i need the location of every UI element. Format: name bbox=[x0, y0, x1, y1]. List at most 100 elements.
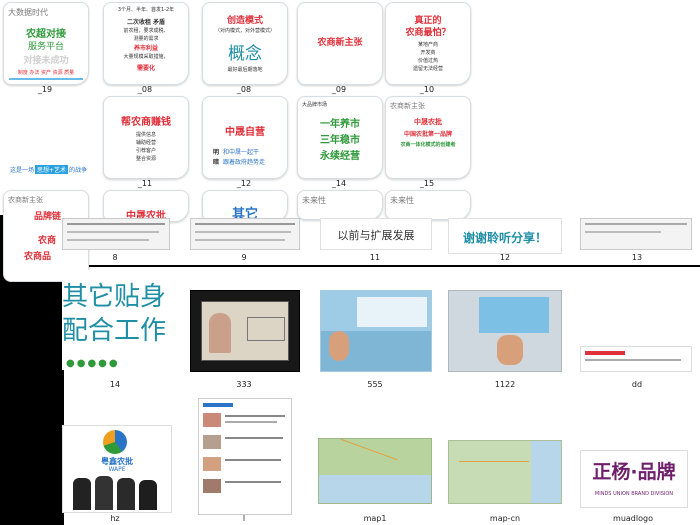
slogan-strip: 这是一场 思想+艺术 的战争 bbox=[10, 164, 87, 174]
folder-caption: 14 bbox=[109, 380, 121, 389]
slide-thumb-11[interactable]: 帮农商赚钱 提供信息 辅助经营 引荐客户 整合资源 bbox=[103, 96, 189, 179]
slide-text: 农商品 bbox=[24, 252, 52, 262]
slide-text: 开发商 bbox=[420, 50, 436, 56]
logo-text-en: WAPE bbox=[108, 466, 126, 473]
slide-text: 其它贴身 bbox=[62, 282, 167, 312]
slide-text: 谢谢聆听分享！ bbox=[462, 231, 547, 245]
slide-text: 二次收租 矛盾 bbox=[126, 19, 166, 26]
slide-text: 未来性 bbox=[390, 196, 414, 205]
slide-text: 服务平台 bbox=[27, 42, 64, 52]
folder-caption: 11 bbox=[369, 253, 381, 262]
dots-decoration: ●●●●● bbox=[66, 358, 120, 369]
folder-thumb-l[interactable] bbox=[198, 398, 292, 515]
slide-text: 跟着政府趋势走 bbox=[223, 159, 266, 166]
slide-text: 暗 bbox=[213, 159, 220, 166]
folder-thumb-13[interactable] bbox=[580, 218, 692, 250]
slide-text: 3个月、半年、首发1-2年 bbox=[117, 7, 175, 13]
slide-text: 以前与扩展发展 bbox=[337, 229, 415, 242]
slide-text: （对内模式，对外营模式） bbox=[214, 28, 275, 34]
slide-text: 需要化 bbox=[136, 65, 155, 72]
folder-caption: 8 bbox=[112, 253, 118, 262]
slide-caption: _08 bbox=[137, 85, 153, 94]
black-sidebar bbox=[0, 265, 64, 525]
slide-text: 养市利益 bbox=[133, 45, 158, 52]
slide-text: 创造模式 bbox=[226, 16, 263, 26]
folder-caption: 12 bbox=[499, 253, 511, 262]
slide-text: 明 bbox=[213, 149, 220, 156]
slide-text: 大量规模采取措施， bbox=[123, 54, 169, 60]
person-illustration bbox=[117, 478, 135, 510]
folder-caption: hz bbox=[110, 514, 120, 523]
slide-text: 中国农批第一品牌 bbox=[403, 131, 452, 138]
folder-thumb-9[interactable] bbox=[190, 218, 300, 250]
folder-caption: 333 bbox=[236, 380, 252, 389]
slide-thumb-row3-4[interactable]: 未来性 bbox=[297, 190, 383, 220]
slide-thumb-row3-5[interactable]: 未来性 bbox=[385, 190, 471, 220]
folder-caption: map-cn bbox=[489, 514, 521, 523]
slide-thumb-15[interactable]: 农商新主张 中晟农批 中国农批第一品牌 农商一体化模式的创建者 bbox=[385, 96, 471, 179]
slide-text: 制度 办法 资产 资源 质量 bbox=[17, 70, 75, 76]
slide-text: 农商一体化模式的创建者 bbox=[400, 142, 456, 148]
slide-text: 农商 bbox=[38, 236, 57, 246]
slide-caption: _11 bbox=[137, 179, 153, 188]
folder-thumb-333[interactable] bbox=[190, 290, 300, 372]
folder-thumb-muadlogo[interactable]: 正杨·品牌 MINDS UNION BRAND DIVISION bbox=[580, 450, 688, 508]
slide-text: 价值过热 bbox=[417, 58, 438, 64]
slide-text: 农商最怕？ bbox=[405, 28, 451, 38]
slide-text: 测量的需求 bbox=[133, 36, 159, 42]
folder-caption: dd bbox=[631, 380, 643, 389]
person-illustration bbox=[139, 480, 157, 510]
folder-thumb-11[interactable]: 以前与扩展发展 bbox=[320, 218, 432, 250]
folder-thumb-8[interactable] bbox=[62, 218, 170, 250]
slogan-highlight: 思想+艺术 bbox=[35, 164, 69, 174]
slide-thumb-12[interactable]: 中晟自营 明 和中晟一起干 暗 跟着政府趋势走 bbox=[202, 96, 288, 179]
folder-thumb-555[interactable] bbox=[320, 290, 432, 372]
person-illustration bbox=[329, 331, 349, 361]
slide-text: 中晟农批 bbox=[414, 118, 442, 126]
folder-caption: l bbox=[242, 514, 246, 523]
slogan-left: 这是一场 bbox=[10, 166, 35, 174]
slide-text: 某地产商 bbox=[417, 42, 438, 48]
slide-text: 对接未成功 bbox=[23, 56, 69, 66]
folder-thumb-12[interactable]: 谢谢聆听分享！ bbox=[448, 218, 562, 254]
slide-text: 三年稳市 bbox=[320, 135, 360, 146]
map-water bbox=[531, 441, 561, 503]
folder-thumb-map-cn[interactable] bbox=[448, 440, 562, 504]
slide-thumb-08a[interactable]: 3个月、半年、首发1-2年 二次收租 矛盾 前农租，要求成税、 测量的需求 养市… bbox=[103, 2, 189, 85]
slide-text: 提供信息 bbox=[135, 132, 156, 138]
slide-text: 大数据时代 bbox=[8, 8, 48, 17]
slide-thumb-19[interactable]: 大数据时代 农超对接 服务平台 对接未成功 制度 办法 资产 资源 质量 bbox=[3, 2, 89, 85]
slide-text: 农商新主张 bbox=[390, 102, 425, 110]
slide-thumb-09[interactable]: 农商新主张 bbox=[297, 2, 383, 85]
slide-text: 遗留无法经营 bbox=[412, 66, 443, 72]
folder-caption: 555 bbox=[367, 380, 383, 389]
slide-caption: _10 bbox=[419, 85, 435, 94]
slide-thumb-08b[interactable]: 创造模式 （对内模式，对外营模式） 概念 最好最后期落地 bbox=[202, 2, 288, 85]
person-illustration bbox=[497, 335, 523, 365]
person-illustration bbox=[209, 313, 231, 353]
map-water bbox=[319, 475, 431, 503]
folder-thumb-1122[interactable] bbox=[448, 290, 562, 372]
folder-caption: 1122 bbox=[494, 380, 516, 389]
slide-text: 一年养市 bbox=[320, 119, 360, 130]
slide-text: 品牌链 bbox=[34, 212, 62, 222]
slide-text: 整合资源 bbox=[135, 156, 156, 162]
slide-text: 农超对接 bbox=[26, 29, 66, 40]
slide-text: 最好最后期落地 bbox=[227, 67, 263, 73]
logo-icon bbox=[103, 430, 127, 454]
slide-caption: _14 bbox=[331, 179, 347, 188]
folder-thumb-hz[interactable]: 粤鑫农批 WAPE bbox=[62, 425, 172, 513]
folder-thumb-map1[interactable] bbox=[318, 438, 432, 504]
slide-caption: _15 bbox=[419, 179, 435, 188]
folder-thumb-dd[interactable] bbox=[580, 346, 692, 372]
folder-caption: map1 bbox=[363, 514, 387, 523]
slide-text: 未来性 bbox=[302, 196, 326, 205]
slide-thumb-10[interactable]: 真正的 农商最怕？ 某地产商 开发商 价值过热 遗留无法经营 bbox=[385, 2, 471, 85]
slide-text: 前农租，要求成税、 bbox=[123, 28, 169, 34]
slide-text: 农商新主张 bbox=[317, 38, 363, 48]
slide-thumb-14[interactable]: 大品牌市场 一年养市 三年稳市 永续经营 bbox=[297, 96, 383, 179]
slide-caption: _09 bbox=[331, 85, 347, 94]
folder-thumb-14[interactable]: 其它贴身 配合工作 ●●●●● bbox=[62, 270, 172, 370]
logo-text-en: MINDS UNION BRAND DIVISION bbox=[594, 491, 674, 497]
slide-text: 引荐客户 bbox=[135, 148, 156, 154]
